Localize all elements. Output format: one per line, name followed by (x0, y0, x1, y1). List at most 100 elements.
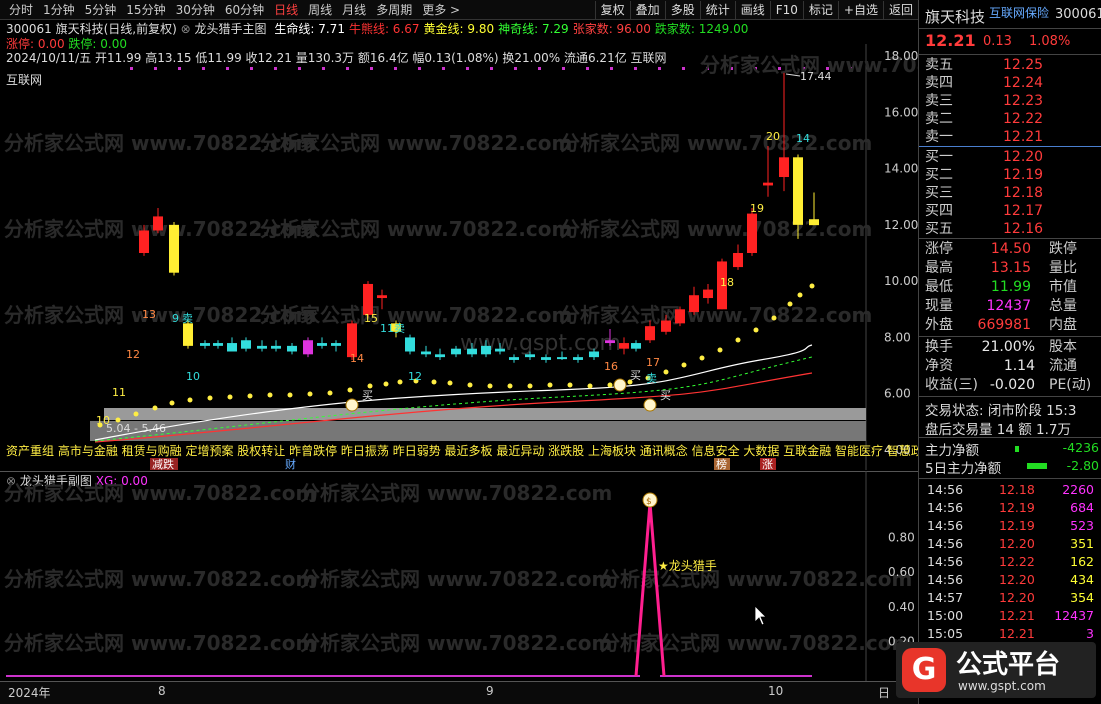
reduce-mark: 减跌 (152, 457, 174, 470)
golden-line-dot (527, 383, 533, 389)
last-price: 12.21 (925, 31, 976, 50)
stock-code: 300061 (1055, 7, 1101, 22)
tick-time: 14:56 (927, 500, 964, 515)
candle-body (703, 289, 713, 299)
tool-button-8[interactable]: 返回 (882, 1, 918, 19)
ask-price: 12.21 (1003, 129, 1044, 145)
stat-label-right: 内盘 (1049, 317, 1077, 333)
sector-tag[interactable]: 互联网保险 (989, 4, 1049, 21)
golden-line-dot (547, 382, 553, 388)
golden-line-dot (227, 394, 233, 400)
xaxis-aug: 8 (158, 684, 166, 698)
golden-line-dot (663, 369, 669, 375)
candle-count-label: 14 (796, 132, 810, 145)
ask-price: 12.22 (1003, 111, 1044, 127)
tick-volume: 12437 (1054, 608, 1094, 623)
top-marker-dot (346, 67, 349, 70)
period-tab-5[interactable]: 60分钟 (220, 2, 269, 18)
golden-line-dot (771, 315, 777, 321)
xaxis-corner[interactable]: 日 (878, 684, 890, 701)
period-tab-4[interactable]: 30分钟 (171, 2, 220, 18)
candle-body (257, 345, 267, 349)
golden-line-dot (699, 355, 705, 361)
candle-body (303, 340, 313, 355)
bid-label: 买四 (925, 203, 953, 219)
indicator-line-value-0: 生命线: 7.71 (274, 22, 345, 36)
sub-indicator-chart[interactable]: 分析家公式网 www.70822.com分析家公式网 www.70822.com… (0, 471, 918, 681)
after-hours-volume: 盘后交易量 14 额 1.7万 (925, 422, 1072, 438)
candle-count-label: 18 (720, 276, 734, 289)
tick-price: 12.21 (999, 626, 1035, 641)
stock-name: 旗天科技 (925, 8, 986, 26)
logo-icon: G (902, 648, 946, 692)
stat-value: 12437 (986, 298, 1031, 314)
candle-body (405, 337, 415, 352)
golden-line-dot (567, 382, 573, 388)
candle-body (763, 182, 773, 186)
tool-button-5[interactable]: F10 (769, 1, 803, 19)
stat2-label: 收益(三) (925, 377, 978, 393)
close-icon[interactable]: ⊗ (181, 22, 191, 36)
tick-time: 14:57 (927, 590, 964, 605)
tool-button-4[interactable]: 画线 (734, 1, 770, 19)
candle-body (733, 253, 743, 268)
period-tab-3[interactable]: 15分钟 (121, 2, 170, 18)
period-tab-6[interactable]: 日线 (269, 2, 303, 18)
candle-body (421, 351, 431, 355)
golden-line-dot (507, 383, 513, 389)
ask-label: 卖二 (925, 111, 953, 127)
golden-line-dot (467, 382, 473, 388)
buy-signal-label: 买 (362, 389, 373, 402)
candle-body (377, 295, 387, 299)
tool-button-7[interactable]: +自选 (837, 1, 883, 19)
period-tab-1[interactable]: 1分钟 (38, 2, 80, 18)
candle-body (169, 224, 179, 273)
candle-body (747, 213, 757, 253)
period-tab-9[interactable]: 多周期 (371, 2, 417, 18)
tool-button-0[interactable]: 复权 (594, 1, 630, 19)
tool-button-2[interactable]: 多股 (664, 1, 700, 19)
watermark-text: 分析家公式网 www.70822.com (600, 567, 912, 591)
news-ribbon[interactable]: 资产重组 高市与金融 租赁与购融 定增预案 股权转让 昨曾跌停 昨日振荡 昨日弱… (6, 443, 918, 458)
ask-label: 卖四 (925, 75, 953, 91)
main-kline-chart[interactable]: 分析家公式网 www.70822.com分析家公式网 www.70822.com… (0, 44, 918, 470)
sub-axis-tick: 0.80 (888, 531, 915, 545)
golden-line-dot (809, 283, 815, 289)
tick-volume: 3 (1086, 626, 1094, 641)
bid-row-3: 买四 12.17 (925, 202, 1100, 220)
golden-line-dot (169, 400, 175, 406)
candle-count-label: 11 (380, 322, 394, 335)
period-tab-2[interactable]: 5分钟 (80, 2, 122, 18)
ask-price: 12.23 (1003, 93, 1044, 109)
period-tab-0[interactable]: 分时 (4, 2, 38, 18)
stat-row-0: 涨停 14.50 跌停 (925, 240, 1100, 258)
period-tab-7[interactable]: 周线 (303, 2, 337, 18)
ask-label: 卖五 (925, 57, 953, 73)
money-bag-icon (643, 398, 657, 412)
tool-button-6[interactable]: 标记 (802, 1, 838, 19)
top-marker-dot (634, 67, 637, 70)
sub-axis-tick: 0.60 (888, 565, 915, 579)
indicator-name[interactable]: 龙头猎手主图 (195, 22, 267, 36)
tick-price: 12.20 (999, 590, 1035, 605)
price-axis-tick: 6.00 (884, 387, 911, 401)
bid-price: 12.16 (1003, 221, 1044, 237)
top-marker-dot (226, 67, 229, 70)
tool-button-1[interactable]: 叠加 (629, 1, 665, 19)
candle-body (645, 326, 655, 341)
stat2-label-right: PE(动) (1049, 377, 1092, 393)
svg-text:$: $ (646, 497, 652, 507)
top-marker-dot (586, 67, 589, 70)
tool-button-3[interactable]: 统计 (699, 1, 735, 19)
candle-count-label: 12 (126, 348, 140, 361)
xaxis-sep: 9 (486, 684, 494, 698)
golden-line-dot (383, 381, 389, 387)
candle-body (809, 219, 819, 226)
candle-body (227, 343, 237, 352)
period-tab-10[interactable]: 更多 > (417, 2, 465, 18)
support-box-lower (90, 421, 866, 441)
period-tab-8[interactable]: 月线 (337, 2, 371, 18)
logo-text: 公式平台 (956, 650, 1061, 680)
sell-signal-label: 卖 (182, 312, 193, 325)
top-marker-dot (610, 67, 613, 70)
